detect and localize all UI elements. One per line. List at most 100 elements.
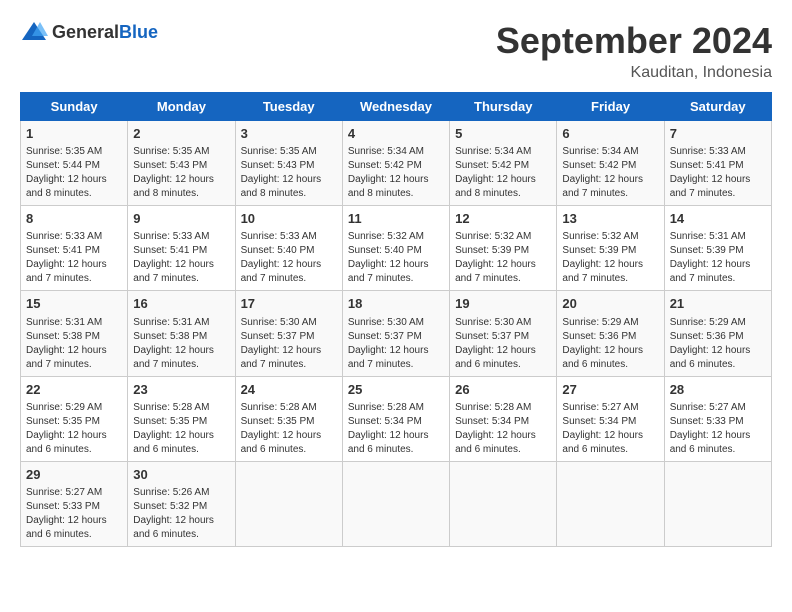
calendar-cell: 20 Sunrise: 5:29 AMSunset: 5:36 PMDayligh… [557,291,664,376]
day-number: 20 [562,295,658,313]
column-header-sunday: Sunday [21,93,128,121]
calendar-cell: 4Sunrise: 5:34 AMSunset: 5:42 PMDaylight… [342,121,449,206]
day-number: 6 [562,125,658,143]
day-detail: Sunrise: 5:28 AMSunset: 5:34 PMDaylight:… [455,401,551,457]
calendar-cell [557,461,664,546]
calendar-cell: 17 Sunrise: 5:30 AMSunset: 5:37 PMDayligh… [235,291,342,376]
day-detail: Sunrise: 5:26 AMSunset: 5:32 PMDaylight:… [133,486,229,542]
calendar-cell: 27Sunrise: 5:27 AMSunset: 5:34 PMDayligh… [557,376,664,461]
calendar-table: SundayMondayTuesdayWednesdayThursdayFrid… [20,92,772,547]
calendar-subtitle: Kauditan, Indonesia [496,64,772,82]
day-number: 3 [241,125,337,143]
day-detail: Sunrise: 5:35 AMSunset: 5:43 PMDaylight:… [133,145,229,201]
day-number: 24 [241,381,337,399]
day-number: 15 [26,295,122,313]
day-detail: Sunrise: 5:29 AMSunset: 5:36 PMDaylight:… [670,316,766,372]
title-block: September 2024 Kauditan, Indonesia [496,20,772,82]
day-number: 1 [26,125,122,143]
calendar-cell: 9 Sunrise: 5:33 AMSunset: 5:41 PMDaylight… [128,206,235,291]
calendar-week-row: 1 Sunrise: 5:35 AMSunset: 5:44 PMDaylight… [21,121,772,206]
calendar-cell: 5 Sunrise: 5:34 AMSunset: 5:42 PMDaylight… [450,121,557,206]
day-number: 23 [133,381,229,399]
day-detail: Sunrise: 5:29 AMSunset: 5:36 PMDaylight:… [562,316,658,372]
calendar-week-row: 8Sunrise: 5:33 AMSunset: 5:41 PMDaylight… [21,206,772,291]
day-detail: Sunrise: 5:27 AMSunset: 5:33 PMDaylight:… [26,486,122,542]
calendar-cell [342,461,449,546]
calendar-title: September 2024 [496,20,772,62]
day-number: 25 [348,381,444,399]
day-detail: Sunrise: 5:33 AMSunset: 5:41 PMDaylight:… [26,230,122,286]
day-detail: Sunrise: 5:28 AMSunset: 5:35 PMDaylight:… [133,401,229,457]
day-detail: Sunrise: 5:32 AMSunset: 5:39 PMDaylight:… [562,230,658,286]
column-header-saturday: Saturday [664,93,771,121]
day-detail: Sunrise: 5:33 AMSunset: 5:41 PMDaylight:… [133,230,229,286]
day-number: 16 [133,295,229,313]
calendar-cell: 8Sunrise: 5:33 AMSunset: 5:41 PMDaylight… [21,206,128,291]
header: GeneralBlue September 2024 Kauditan, Ind… [20,20,772,82]
day-detail: Sunrise: 5:30 AMSunset: 5:37 PMDaylight:… [348,316,444,372]
logo-icon [20,20,48,44]
column-header-tuesday: Tuesday [235,93,342,121]
day-detail: Sunrise: 5:27 AMSunset: 5:33 PMDaylight:… [670,401,766,457]
calendar-cell: 2 Sunrise: 5:35 AMSunset: 5:43 PMDaylight… [128,121,235,206]
calendar-cell: 13 Sunrise: 5:32 AMSunset: 5:39 PMDayligh… [557,206,664,291]
calendar-cell: 14 Sunrise: 5:31 AMSunset: 5:39 PMDayligh… [664,206,771,291]
day-number: 13 [562,210,658,228]
day-detail: Sunrise: 5:28 AMSunset: 5:34 PMDaylight:… [348,401,444,457]
column-header-thursday: Thursday [450,93,557,121]
calendar-cell [235,461,342,546]
day-number: 9 [133,210,229,228]
day-detail: Sunrise: 5:34 AMSunset: 5:42 PMDaylight:… [562,145,658,201]
day-detail: Sunrise: 5:32 AMSunset: 5:40 PMDaylight:… [348,230,444,286]
calendar-cell: 16Sunrise: 5:31 AMSunset: 5:38 PMDayligh… [128,291,235,376]
day-number: 12 [455,210,551,228]
day-detail: Sunrise: 5:31 AMSunset: 5:39 PMDaylight:… [670,230,766,286]
day-number: 21 [670,295,766,313]
calendar-cell: 26 Sunrise: 5:28 AMSunset: 5:34 PMDayligh… [450,376,557,461]
day-detail: Sunrise: 5:34 AMSunset: 5:42 PMDaylight:… [348,145,444,201]
column-header-friday: Friday [557,93,664,121]
calendar-cell [450,461,557,546]
calendar-body: 1 Sunrise: 5:35 AMSunset: 5:44 PMDaylight… [21,121,772,547]
calendar-cell [664,461,771,546]
logo: GeneralBlue [20,20,158,44]
calendar-cell: 25 Sunrise: 5:28 AMSunset: 5:34 PMDayligh… [342,376,449,461]
day-number: 29 [26,466,122,484]
calendar-cell: 11Sunrise: 5:32 AMSunset: 5:40 PMDayligh… [342,206,449,291]
day-detail: Sunrise: 5:30 AMSunset: 5:37 PMDaylight:… [241,316,337,372]
day-detail: Sunrise: 5:28 AMSunset: 5:35 PMDaylight:… [241,401,337,457]
day-number: 14 [670,210,766,228]
calendar-cell: 29 Sunrise: 5:27 AMSunset: 5:33 PMDayligh… [21,461,128,546]
day-number: 2 [133,125,229,143]
day-number: 17 [241,295,337,313]
calendar-cell: 1 Sunrise: 5:35 AMSunset: 5:44 PMDaylight… [21,121,128,206]
logo-text: GeneralBlue [52,22,158,43]
day-detail: Sunrise: 5:33 AMSunset: 5:41 PMDaylight:… [670,145,766,201]
day-detail: Sunrise: 5:31 AMSunset: 5:38 PMDaylight:… [26,316,122,372]
day-number: 26 [455,381,551,399]
day-detail: Sunrise: 5:27 AMSunset: 5:34 PMDaylight:… [562,401,658,457]
day-detail: Sunrise: 5:32 AMSunset: 5:39 PMDaylight:… [455,230,551,286]
day-number: 18 [348,295,444,313]
day-detail: Sunrise: 5:33 AMSunset: 5:40 PMDaylight:… [241,230,337,286]
day-number: 30 [133,466,229,484]
calendar-cell: 15 Sunrise: 5:31 AMSunset: 5:38 PMDayligh… [21,291,128,376]
calendar-header: SundayMondayTuesdayWednesdayThursdayFrid… [21,93,772,121]
calendar-cell: 7Sunrise: 5:33 AMSunset: 5:41 PMDaylight… [664,121,771,206]
calendar-cell: 22Sunrise: 5:29 AMSunset: 5:35 PMDayligh… [21,376,128,461]
day-number: 5 [455,125,551,143]
calendar-cell: 12 Sunrise: 5:32 AMSunset: 5:39 PMDayligh… [450,206,557,291]
day-detail: Sunrise: 5:34 AMSunset: 5:42 PMDaylight:… [455,145,551,201]
day-number: 10 [241,210,337,228]
calendar-cell: 30 Sunrise: 5:26 AMSunset: 5:32 PMDayligh… [128,461,235,546]
column-header-wednesday: Wednesday [342,93,449,121]
day-detail: Sunrise: 5:35 AMSunset: 5:44 PMDaylight:… [26,145,122,201]
calendar-cell: 10 Sunrise: 5:33 AMSunset: 5:40 PMDayligh… [235,206,342,291]
calendar-week-row: 29 Sunrise: 5:27 AMSunset: 5:33 PMDayligh… [21,461,772,546]
calendar-cell: 18 Sunrise: 5:30 AMSunset: 5:37 PMDayligh… [342,291,449,376]
calendar-cell: 6 Sunrise: 5:34 AMSunset: 5:42 PMDaylight… [557,121,664,206]
day-detail: Sunrise: 5:30 AMSunset: 5:37 PMDaylight:… [455,316,551,372]
day-number: 19 [455,295,551,313]
calendar-cell: 21 Sunrise: 5:29 AMSunset: 5:36 PMDayligh… [664,291,771,376]
calendar-cell: 24 Sunrise: 5:28 AMSunset: 5:35 PMDayligh… [235,376,342,461]
